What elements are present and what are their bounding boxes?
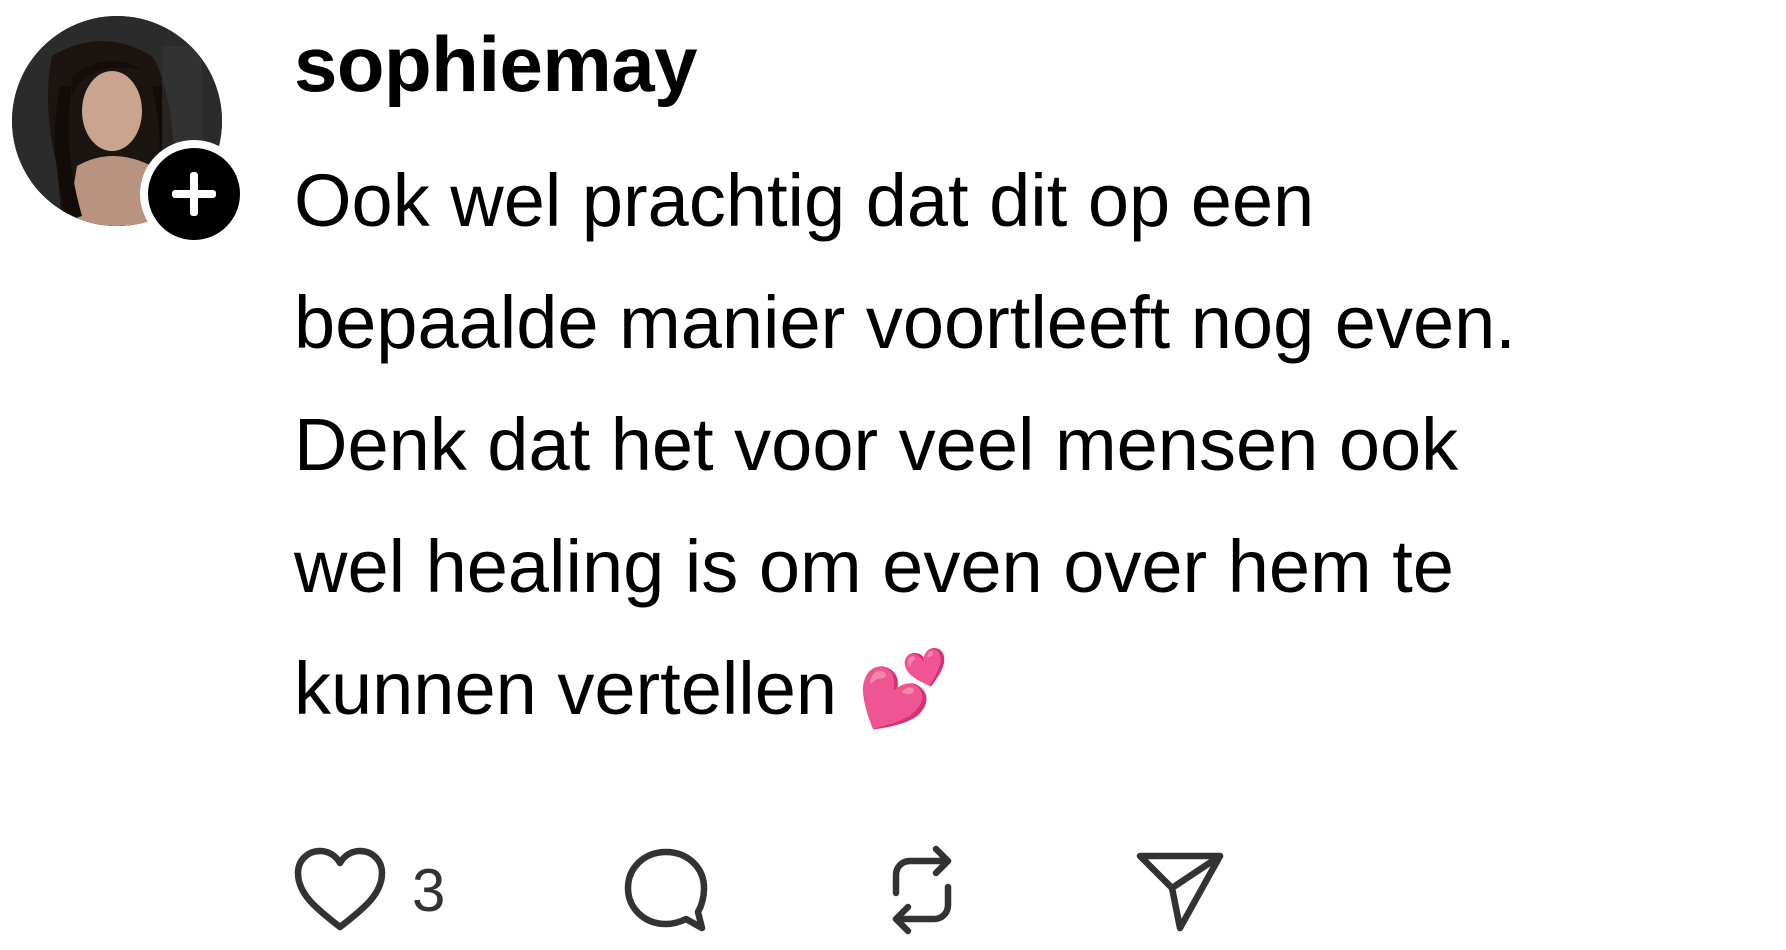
share-button[interactable] [1134,840,1226,940]
heart-icon [294,847,386,931]
post-text-line: Ook wel prachtig dat dit op een [294,159,1315,242]
post-text-line: kunnen vertellen 💕 [294,647,950,730]
repost-button[interactable] [878,840,966,940]
follow-badge-inner [148,148,240,240]
post-text: Ook wel prachtig dat dit op een bepaalde… [294,140,1764,750]
post-text-line: wel healing is om even over hem te [294,525,1454,608]
like-button[interactable]: 3 [294,840,445,940]
like-count: 3 [412,856,446,924]
comment-button[interactable] [622,840,710,940]
comment-bubble-icon [624,848,708,932]
username[interactable]: sophiemay [294,14,697,114]
post-text-line: bepaalde manier voortleeft nog even. [294,281,1516,364]
post-text-line: Denk dat het voor veel mensen ook [294,403,1459,486]
repost-icon [892,845,952,935]
plus-icon [172,172,216,216]
avatar-container[interactable] [12,16,248,248]
follow-button[interactable] [140,140,248,248]
action-bar: 3 [294,840,1294,940]
send-icon [1136,852,1224,932]
